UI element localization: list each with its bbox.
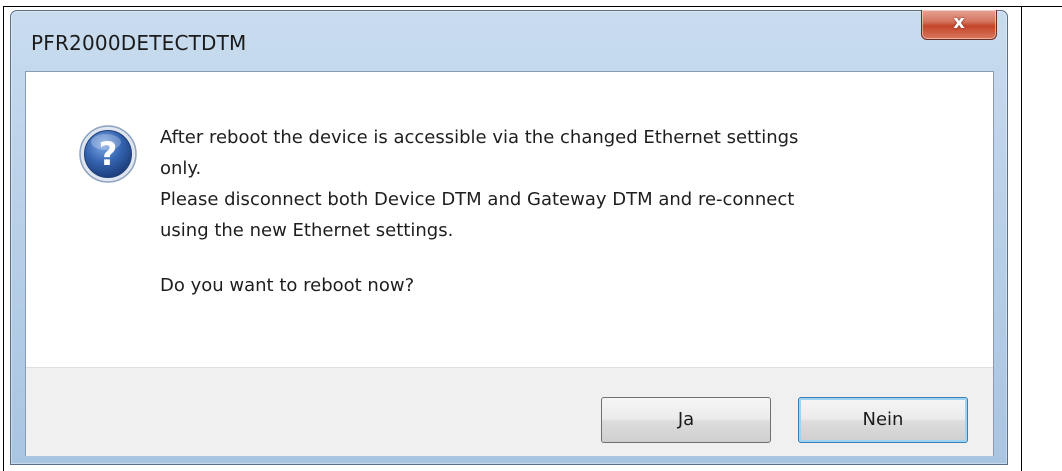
message-line: using the new Ethernet settings.	[160, 220, 454, 241]
frame-top-line	[3, 6, 1062, 7]
no-button[interactable]: Nein	[798, 397, 968, 443]
question-text: Do you want to reboot now?	[160, 275, 415, 296]
message-line: Please disconnect both Device DTM and Ga…	[160, 189, 795, 210]
frame-left-line	[3, 6, 4, 471]
message-line: After reboot the device is accessible vi…	[160, 127, 799, 148]
message-line: only.	[160, 158, 202, 179]
message-dialog: PFR2000DETECTDTM x ? After reboot the de…	[10, 10, 1008, 465]
close-icon: x	[953, 12, 965, 33]
yes-button[interactable]: Ja	[601, 397, 771, 443]
message-text: After reboot the device is accessible vi…	[160, 122, 960, 301]
frame-divider-line	[1021, 6, 1022, 471]
button-bar: Ja Nein	[26, 367, 993, 456]
title-bar[interactable]: PFR2000DETECTDTM x	[11, 10, 1007, 71]
dialog-client-area: ? After reboot the device is accessible …	[25, 71, 994, 456]
svg-text:?: ?	[99, 135, 118, 173]
message-area: ? After reboot the device is accessible …	[26, 72, 993, 367]
close-button[interactable]: x	[921, 10, 997, 40]
question-icon: ?	[79, 125, 137, 183]
window-title: PFR2000DETECTDTM	[31, 31, 247, 55]
